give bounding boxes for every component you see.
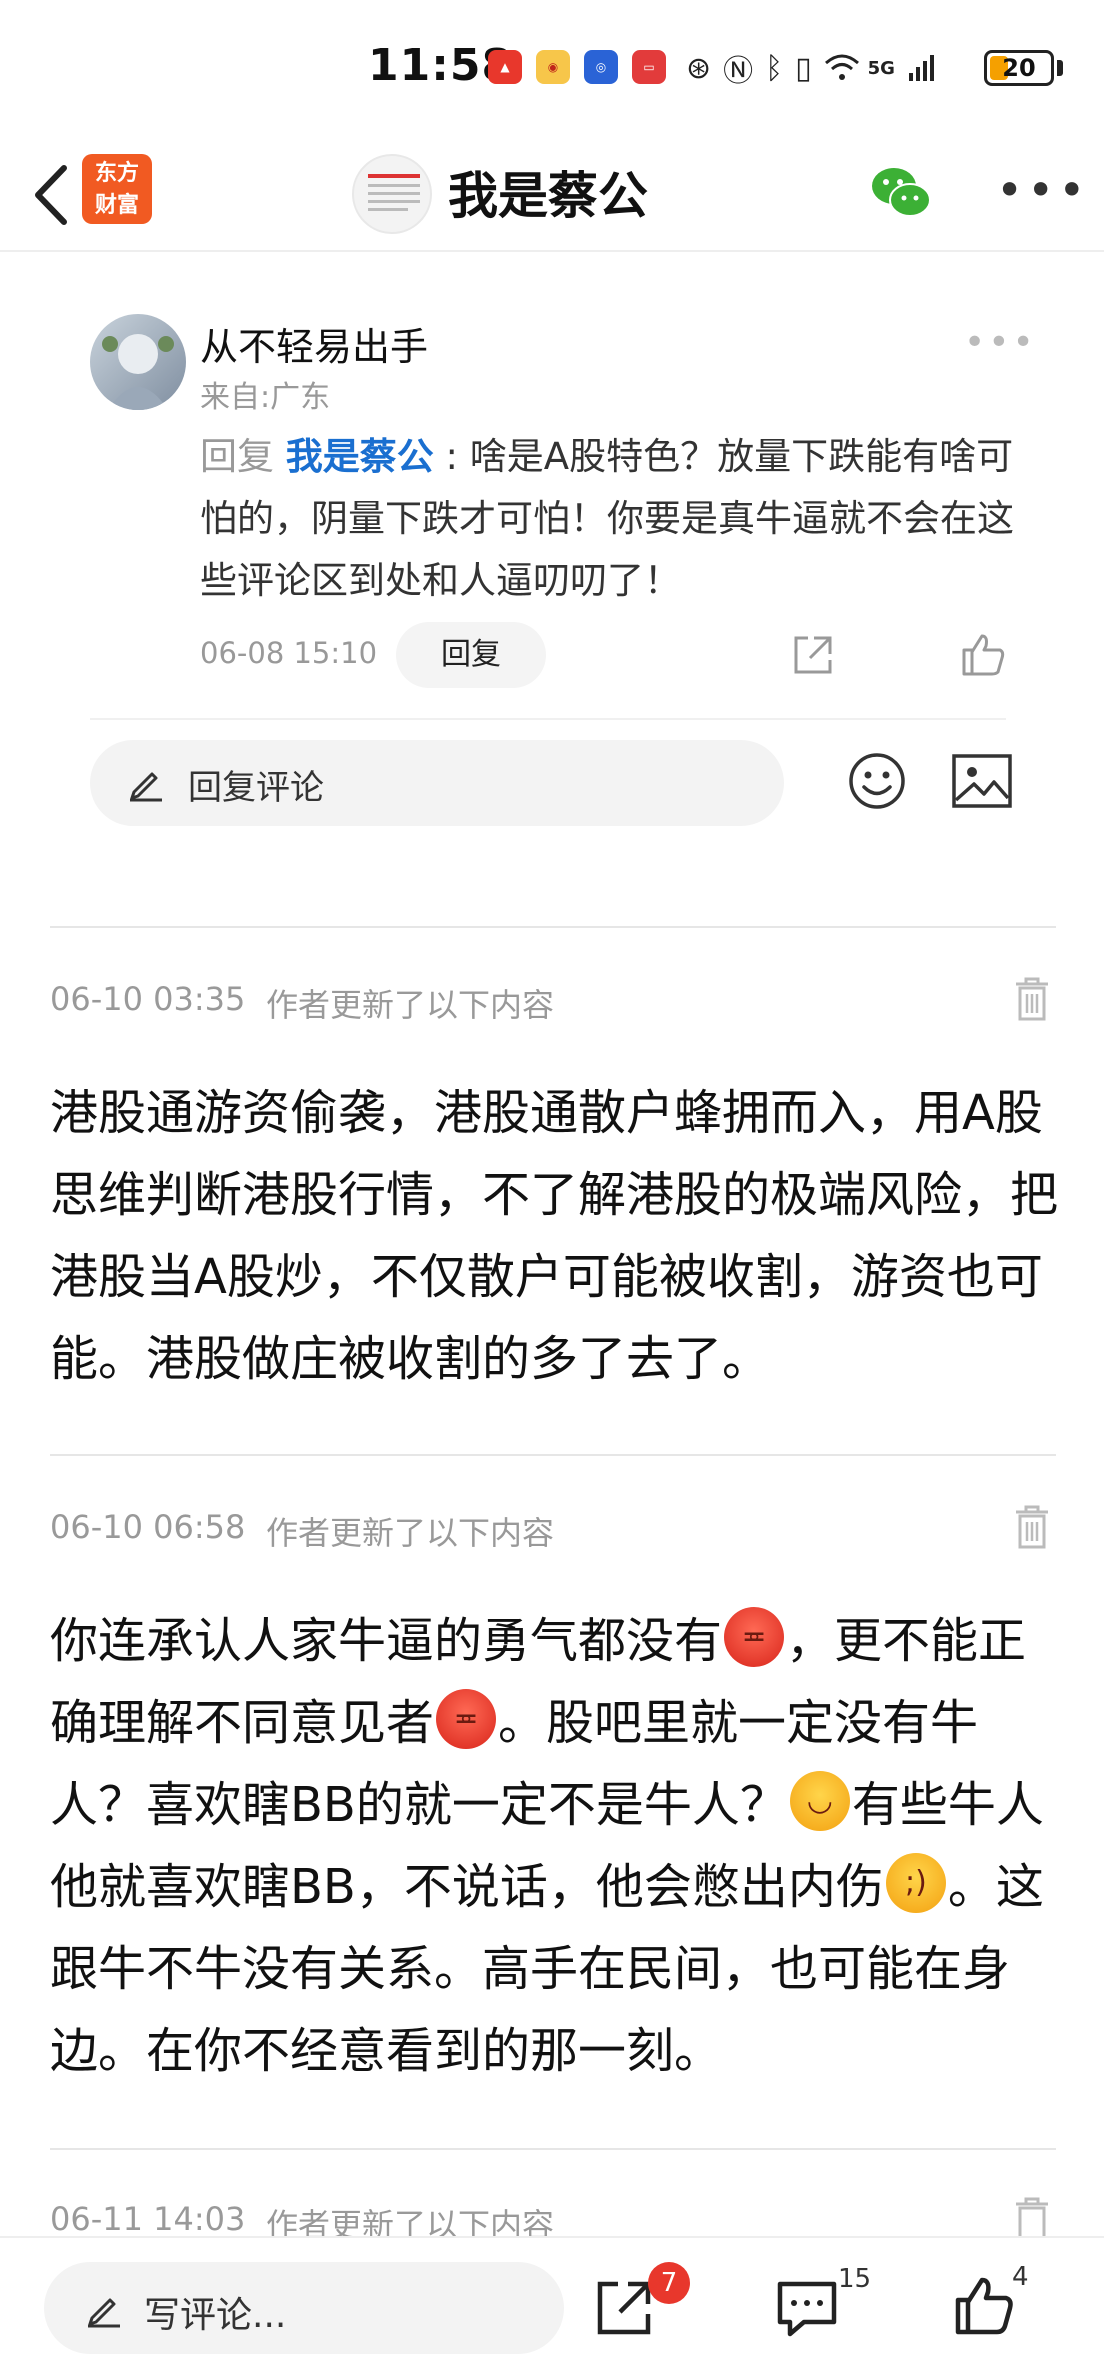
like-count: 4 <box>1012 2262 1029 2292</box>
share-icon[interactable] <box>594 2276 656 2338</box>
divider <box>50 1454 1056 1456</box>
reply-more-icon[interactable]: ••• <box>964 322 1037 363</box>
divider <box>50 2148 1056 2150</box>
share-count-badge: 7 <box>648 2262 690 2304</box>
like-icon[interactable] <box>954 2274 1014 2336</box>
n-icon: Ⓝ <box>723 54 754 89</box>
weibo-icon: ◉ <box>536 50 570 84</box>
signal-icon <box>908 55 934 81</box>
comment-icon[interactable] <box>776 2278 838 2338</box>
bluetooth-icon: ᛒ <box>765 50 784 86</box>
nfc-icon: ⊛ <box>686 50 712 86</box>
laugh-emoji: ◡ <box>789 1771 850 1831</box>
app-icon: ◎ <box>584 50 618 84</box>
divider <box>50 926 1056 928</box>
update-header: 06-10 06:58 作者更新了以下内容 <box>50 1505 1056 1552</box>
vibrate-icon: ▯ <box>795 50 812 86</box>
angry-emoji: ≖ <box>436 1689 497 1749</box>
network-label: 5G <box>867 57 895 79</box>
delete-icon[interactable] <box>1012 976 1052 1022</box>
image-icon[interactable] <box>950 752 1014 810</box>
wifi-icon <box>824 54 859 80</box>
status-system-icons: ⊛ Ⓝ ᛒ ▯ 5G <box>686 46 937 90</box>
brand-text: 东方 财富 <box>94 161 139 218</box>
comment-placeholder: 写评论... <box>144 2295 287 2336</box>
reply-date: 06-08 15:10 <box>200 636 378 670</box>
pencil-icon <box>88 2298 120 2328</box>
write-comment-input[interactable]: 写评论... <box>44 2262 564 2354</box>
status-bar: 11:58 ▲ ◉ ◎ ▭ ⊛ Ⓝ ᛒ ▯ 5G 20 <box>0 0 1104 140</box>
share-icon[interactable] <box>788 630 838 680</box>
comment-count: 15 <box>838 2264 872 2294</box>
bottom-bar: 写评论... 7 15 4 <box>0 2236 1104 2376</box>
reply-user-avatar[interactable] <box>90 314 186 410</box>
reply-comment-input[interactable]: 回复评论 <box>90 740 784 826</box>
angry-emoji: ≖ <box>724 1607 785 1667</box>
divider <box>90 718 1006 720</box>
emoji-icon[interactable] <box>846 750 908 812</box>
huawei-icon: ▲ <box>488 50 522 84</box>
video-icon: ▭ <box>632 50 666 84</box>
reply-username[interactable]: 从不轻易出手 <box>200 316 428 371</box>
update-label: 作者更新了以下内容 <box>266 1514 555 1552</box>
update-date: 06-10 03:35 <box>50 980 246 1018</box>
battery-icon: 20 <box>984 50 1054 86</box>
reply-input-placeholder: 回复评论 <box>188 768 324 808</box>
reply-location: 来自:广东 <box>200 380 331 415</box>
reply-mention[interactable]: 我是蔡公 <box>286 435 434 478</box>
nav-bar: 东方 财富 我是蔡公 ••• <box>0 140 1104 252</box>
wechat-share-icon[interactable] <box>868 160 934 226</box>
page-title: 我是蔡公 <box>448 167 648 225</box>
wink-emoji: ;) <box>885 1853 946 1913</box>
update-text: 港股通游资偷袭，港股通散户蜂拥而入，用A股思维判断港股行情，不了解港股的极端风险… <box>50 1085 1059 1387</box>
battery-level: 20 <box>1002 54 1036 82</box>
update-header: 06-10 03:35 作者更新了以下内容 <box>50 977 1056 1024</box>
update-date: 06-11 14:03 <box>50 2200 246 2238</box>
reply-meta: 06-08 15:10 回复 <box>200 620 1020 690</box>
update-date: 06-10 06:58 <box>50 1508 246 1546</box>
delete-icon[interactable] <box>1012 1504 1052 1550</box>
update-text: 你连承认人家牛逼的勇气都没有 ≖ ，更不能正确理解不同意见者 ≖ 。股吧里就一定没有牛人… <box>50 1600 1060 2092</box>
reply-button[interactable]: 回复 <box>396 622 546 688</box>
reply-text: 回复 我是蔡公 : 啥是A股特色？放量下跌能有啥可怕的，阴量下跌才可怕！你要是真… <box>200 426 1020 612</box>
brand-logo[interactable]: 东方 财富 <box>82 154 152 224</box>
status-app-icons: ▲ ◉ ◎ ▭ <box>488 50 666 84</box>
update-label: 作者更新了以下内容 <box>266 986 555 1024</box>
pencil-icon <box>130 772 162 802</box>
more-options-icon[interactable]: ••• <box>996 167 1089 213</box>
back-icon[interactable] <box>26 160 76 230</box>
reply-prefix: 回复 <box>200 435 286 478</box>
like-icon[interactable] <box>958 630 1008 680</box>
author-avatar[interactable] <box>352 154 432 234</box>
update-text-part: 你连承认人家牛逼的勇气都没有 <box>50 1613 723 1669</box>
